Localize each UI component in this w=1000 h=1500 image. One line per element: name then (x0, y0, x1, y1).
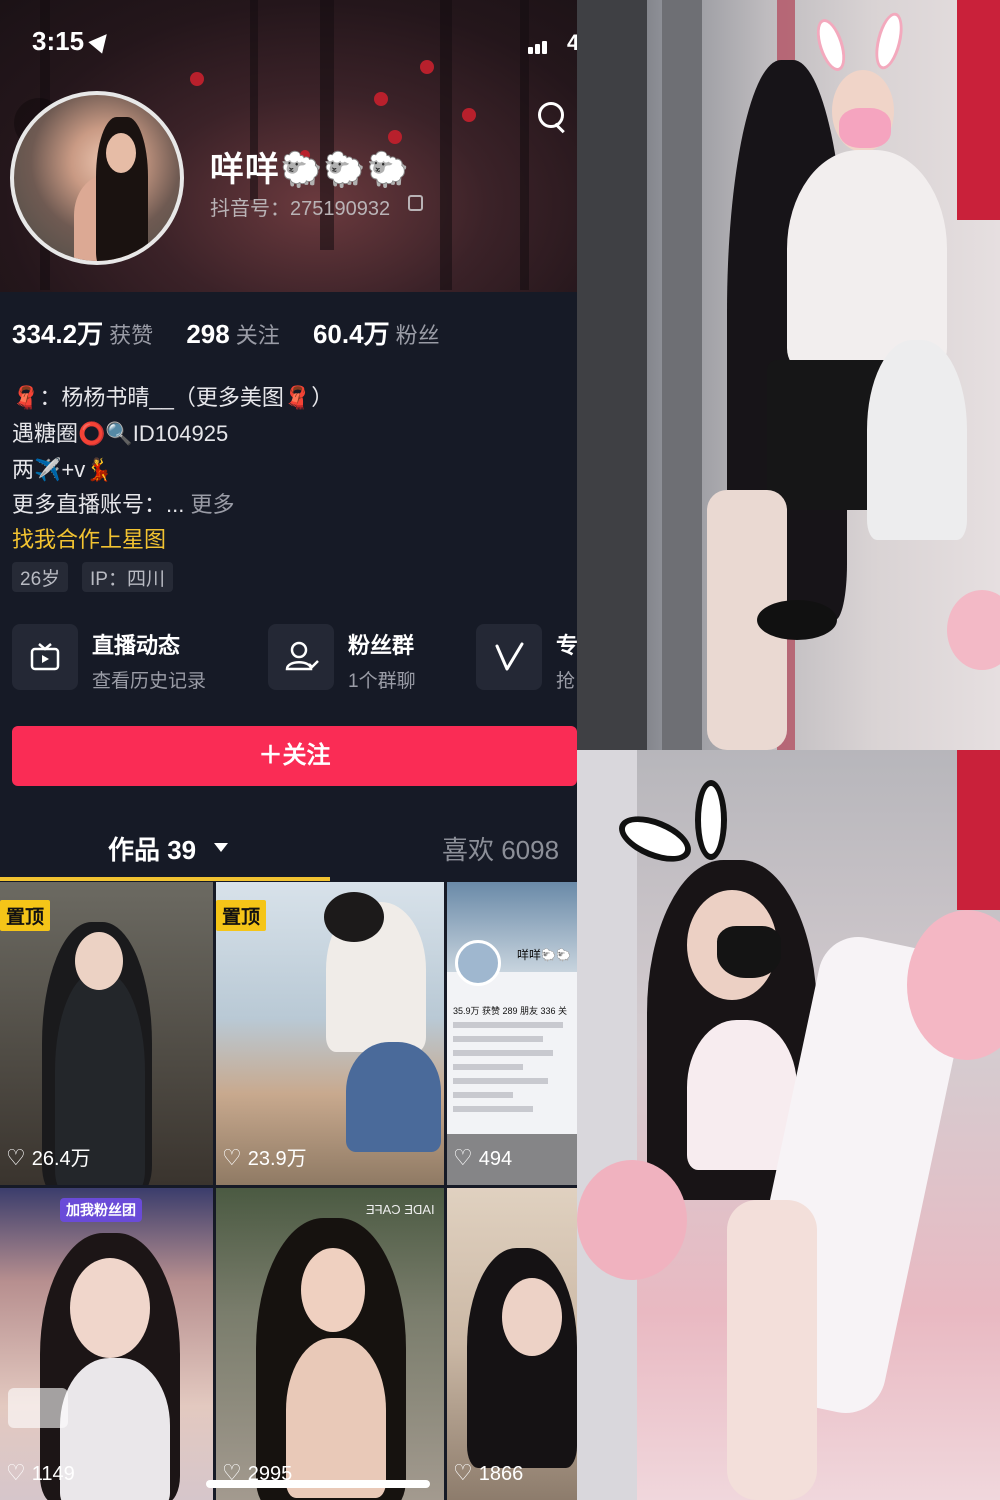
douyin-id: 抖音号：275190932 (210, 198, 391, 220)
search-icon[interactable] (532, 98, 574, 140)
pinned-badge: 置顶 (216, 900, 267, 931)
bio-line: 两✈️+v💃 (12, 457, 113, 482)
stat-likes[interactable]: 334.2万 获赞 (12, 314, 153, 351)
photo-panel (577, 0, 1000, 750)
screenshot-nickname: 咩咩🐑🐑 (517, 948, 571, 962)
group-icon (268, 624, 334, 690)
copy-icon[interactable] (408, 195, 423, 211)
card-title: 专 (556, 633, 577, 658)
active-tab-indicator (0, 877, 330, 881)
home-indicator (206, 1480, 430, 1488)
battery-level: 4 (567, 30, 577, 55)
v-icon (476, 624, 542, 690)
screenshot-stats: 35.9万 获赞 289 朋友 336 关 (453, 1006, 568, 1016)
cafe-sign-text: IADE CAFE (366, 1202, 435, 1217)
bio-line-text: 更多直播账号：... (12, 492, 185, 517)
video-thumbnail[interactable]: 1866 (447, 1188, 577, 1500)
fan-club-badge: 加我粉丝团 (60, 1198, 142, 1222)
signal-icon (528, 36, 549, 54)
video-thumbnail[interactable]: IADE CAFE 2995 (216, 1188, 444, 1500)
bio-more-link[interactable]: 更多 (190, 492, 234, 517)
video-like-count: 494 (453, 1145, 512, 1171)
pinned-badge: 置顶 (0, 900, 51, 931)
card-title: 直播动态 (92, 633, 181, 658)
status-time: 3:15 (32, 26, 85, 56)
profile-nickname: 咩咩🐑🐑🐑 (210, 151, 411, 189)
bio-line: 更多直播账号：... 更多 (12, 487, 234, 519)
profile-stats: 334.2万 获赞 298 关注 60.4万 粉丝 (12, 314, 466, 351)
card-subtitle: 抢 (556, 671, 576, 692)
video-like-count: 23.9万 (222, 1142, 307, 1171)
tv-icon (12, 624, 78, 690)
chevron-down-icon[interactable] (214, 843, 228, 852)
tab-likes[interactable]: 喜欢 6098 (442, 830, 559, 867)
stat-following[interactable]: 298 关注 (186, 318, 279, 350)
card-title: 粉丝群 (348, 633, 415, 658)
video-thumbnail[interactable]: 加我粉丝团 1149 (0, 1188, 213, 1500)
card-special[interactable]: 专 抢 (476, 624, 577, 694)
star-cooperation-link[interactable]: 找我合作上星图 (12, 522, 166, 554)
avatar[interactable] (10, 91, 184, 265)
stat-followers[interactable]: 60.4万 粉丝 (313, 314, 440, 351)
follow-button[interactable]: ＋关注 (12, 726, 577, 786)
video-like-count: 26.4万 (6, 1142, 91, 1171)
video-like-count: 1866 (453, 1460, 524, 1486)
card-live-history[interactable]: 直播动态 查看历史记录 (12, 624, 252, 694)
ip-location-tag: IP：四川 (82, 562, 173, 592)
video-thumbnail[interactable]: 置顶 23.9万 (216, 882, 444, 1185)
video-thumbnail[interactable]: 置顶 26.4万 (0, 882, 213, 1185)
card-fan-group[interactable]: 粉丝群 1个群聊 (268, 624, 463, 694)
age-tag: 26岁 (12, 562, 69, 592)
profile-screen: 3:15 4 咩咩🐑🐑🐑 抖音号：275190932 334.2万 获赞 298 关… (0, 0, 577, 1500)
photo-panel (577, 750, 1000, 1500)
card-subtitle: 查看历史记录 (92, 671, 207, 692)
video-thumbnail[interactable]: 咩咩🐑🐑 35.9万 获赞 289 朋友 336 关 494 (447, 882, 577, 1185)
bio-line: 🧣：杨杨书晴__（更多美图🧣） (12, 385, 334, 410)
card-subtitle: 1个群聊 (348, 671, 416, 692)
tab-works[interactable]: 作品 39 (108, 830, 196, 867)
bio-line: 遇糖圈⭕🔍ID104925 (12, 421, 229, 446)
video-like-count: 1149 (6, 1460, 75, 1486)
